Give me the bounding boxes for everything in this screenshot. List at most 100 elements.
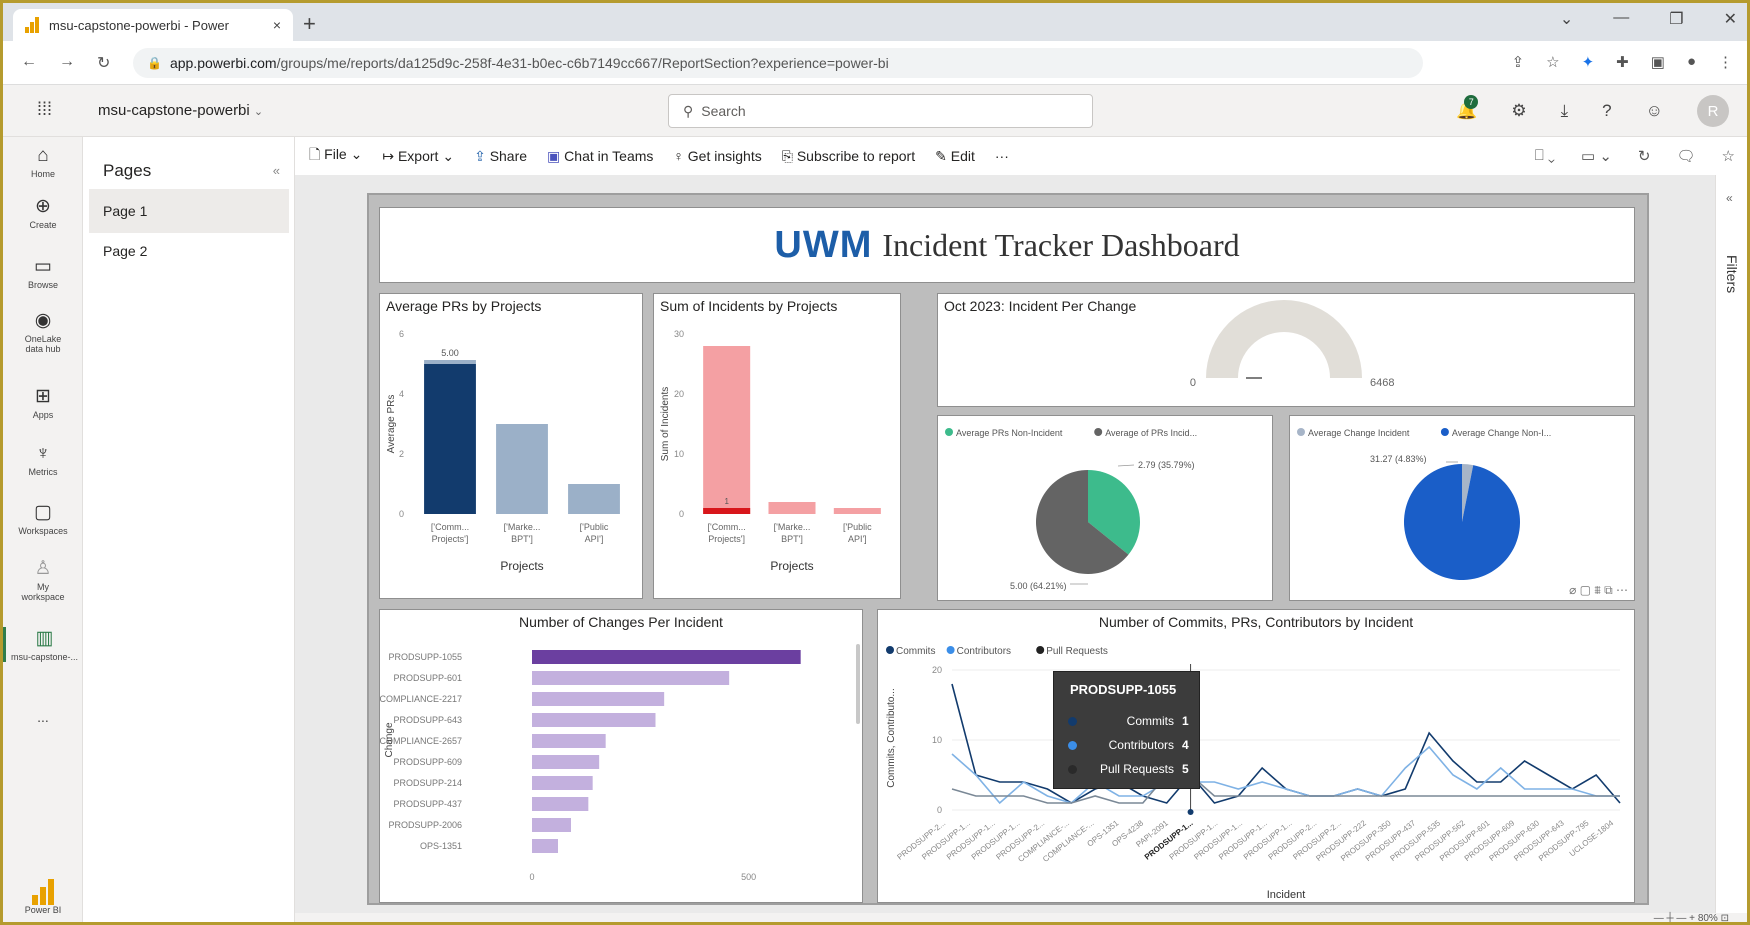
app-launcher-icon[interactable]: ⁞⁞⁞ xyxy=(37,99,52,120)
browser-tab[interactable]: msu-capstone-powerbi - Power × xyxy=(13,9,293,41)
browser-menu-icon[interactable]: ⋮ xyxy=(1718,53,1733,71)
bar-3 xyxy=(532,692,665,706)
forward-icon[interactable]: → xyxy=(59,53,75,73)
notifications-icon[interactable]: 🔔 7 xyxy=(1456,95,1479,121)
gauge-min-label: 0 xyxy=(1190,377,1196,389)
sum-incidents-by-projects-card[interactable]: Sum of Incidents by Projects 0 10 20 30 Sum … xyxy=(653,293,901,599)
bookmark-star-icon[interactable]: ☆ xyxy=(1546,53,1559,71)
page-tab-1[interactable]: Page 1 xyxy=(89,189,289,233)
search-input[interactable]: ⚲ Search xyxy=(668,94,1093,128)
subscribe-button[interactable]: ⎘ Subscribe to report xyxy=(782,148,915,165)
page-tab-2[interactable]: Page 2 xyxy=(89,229,289,273)
rail-more-button[interactable]: ... xyxy=(3,709,83,725)
legend-item: Average Change Incident xyxy=(1308,428,1410,438)
rail-item-workspaces[interactable]: ▢ Workspaces xyxy=(3,501,83,536)
get-insights-button[interactable]: ♀ Get insights xyxy=(673,148,761,164)
filters-pane[interactable]: « Filters xyxy=(1715,175,1747,913)
tab-search-icon[interactable]: ⌄ xyxy=(1560,9,1573,29)
bar-6 xyxy=(532,755,600,769)
x-tick-label: API'] xyxy=(848,534,867,544)
chat-in-teams-button[interactable]: ▣ Chat in Teams xyxy=(547,148,653,165)
favorite-icon[interactable]: ☆ xyxy=(1722,147,1735,165)
feedback-icon[interactable]: ☺ xyxy=(1646,101,1663,121)
y-tick-label: PRODSUPP-609 xyxy=(393,757,462,767)
edit-button[interactable]: ✎ Edit xyxy=(935,148,975,165)
tab-close-icon[interactable]: × xyxy=(273,17,281,33)
puzzle-icon[interactable]: ✚ xyxy=(1616,53,1629,71)
commits-prs-contributors-card[interactable]: Number of Commits, PRs, Contributors by … xyxy=(877,609,1635,903)
share-button[interactable]: ⇪ Share xyxy=(474,148,527,165)
reload-icon[interactable]: ↻ xyxy=(97,53,110,73)
export-label: Export xyxy=(397,147,439,164)
tab-title: msu-capstone-powerbi - Power xyxy=(49,17,229,33)
comment-icon[interactable]: 🗨 xyxy=(1677,147,1696,165)
y-tick-label: 2 xyxy=(399,449,404,459)
prs-pie-card[interactable]: Average PRs Non-Incident Average of PRs I… xyxy=(937,415,1273,601)
expand-filters-icon[interactable]: « xyxy=(1726,191,1733,205)
back-icon[interactable]: ← xyxy=(21,53,37,73)
rail-item-create[interactable]: ⊕ Create xyxy=(3,195,83,230)
x-tick-label: BPT'] xyxy=(781,534,803,544)
folder-icon: ▭ xyxy=(34,256,52,277)
tooltip-row-contributors: Contributors 4 xyxy=(1068,738,1194,752)
tooltip-value: 1 xyxy=(1182,714,1189,728)
bar-2 xyxy=(496,424,548,514)
minimize-icon[interactable]: — xyxy=(1613,9,1629,29)
share-page-icon[interactable]: ⇪ xyxy=(1512,53,1525,71)
y-tick-label: OPS-1351 xyxy=(420,841,462,851)
export-menu[interactable]: ↦ Export ⌄ xyxy=(382,148,454,165)
legend-item: Contributors xyxy=(957,646,1011,657)
zoom-level[interactable]: — ┼ — + 80% ⊡ xyxy=(1654,913,1729,922)
rail-item-browse[interactable]: ▭ Browse xyxy=(3,255,83,290)
search-placeholder: Search xyxy=(701,103,746,119)
rail-item-onelake[interactable]: ◉ OneLake data hub xyxy=(3,309,83,354)
rail-item-my-workspace[interactable]: ♙ My workspace xyxy=(3,557,83,602)
visual-header-icons[interactable]: ⌀ ▢ ⩩ ⧉ ⋯ xyxy=(1569,583,1628,598)
collapse-pages-icon[interactable]: « xyxy=(273,163,280,178)
bookmark-icon[interactable]: ⎕ ⌄ xyxy=(1535,147,1555,165)
y-tick-label: 20 xyxy=(932,665,942,675)
workspace-name[interactable]: msu-capstone-powerbi ⌄ xyxy=(98,102,263,119)
header-actions: 🔔 7 ⚙ ⤓ ? ☺ R xyxy=(1456,95,1729,127)
close-window-icon[interactable]: ✕ xyxy=(1724,9,1737,29)
data-label: 31.27 (4.83%) xyxy=(1370,454,1427,464)
extension-icon[interactable]: ✦ xyxy=(1582,53,1595,71)
profile-icon[interactable]: ● xyxy=(1687,53,1696,71)
download-icon[interactable]: ⤓ xyxy=(1561,101,1569,121)
gauge-arc xyxy=(1206,300,1362,378)
rail-item-home[interactable]: ⌂ Home xyxy=(3,145,83,179)
incident-per-change-gauge-card[interactable]: Oct 2023: Incident Per Change 0 6468 xyxy=(937,293,1635,407)
dashboard-title-card: UWM Incident Tracker Dashboard xyxy=(379,207,1635,283)
x-tick-label: Projects'] xyxy=(708,534,745,544)
sidepanel-icon[interactable]: ▣ xyxy=(1651,53,1665,71)
avatar[interactable]: R xyxy=(1697,95,1729,127)
powerbi-logo: Power BI xyxy=(3,879,83,915)
label-leader xyxy=(1117,464,1135,467)
file-menu[interactable]: 🗋 File ⌄ xyxy=(309,144,362,168)
settings-icon[interactable]: ⚙ xyxy=(1511,101,1526,121)
rail-item-apps[interactable]: ⊞ Apps xyxy=(3,385,83,420)
person-icon: ♙ xyxy=(34,558,52,579)
y-tick-label: PRODSUPP-643 xyxy=(393,715,462,725)
teams-icon: ▣ xyxy=(547,147,561,164)
rail-item-current-report[interactable]: ▥ msu-capstone-... xyxy=(3,627,83,662)
new-tab-button[interactable]: + xyxy=(303,11,316,37)
uwm-logo: UWM xyxy=(774,223,873,266)
y-tick-label: 20 xyxy=(674,389,684,399)
powerbi-logo-label: Power BI xyxy=(24,905,62,915)
refresh-icon[interactable]: ↻ xyxy=(1638,147,1651,165)
rail-item-metrics[interactable]: ♆ Metrics xyxy=(3,443,83,477)
help-icon[interactable]: ? xyxy=(1602,101,1611,121)
avg-prs-by-projects-card[interactable]: Average PRs by Projects 0 2 4 6 Average PRs 5… xyxy=(379,293,643,599)
bar-1 xyxy=(532,650,801,664)
more-options-button[interactable]: ··· xyxy=(995,148,1009,164)
url-field[interactable]: 🔒 app.powerbi.com/groups/me/reports/da12… xyxy=(133,48,1423,78)
powerbi-favicon-icon xyxy=(25,17,39,33)
changes-per-incident-card[interactable]: Number of Changes Per Incident PRODSUPP-… xyxy=(379,609,863,903)
legend-marker xyxy=(946,646,955,654)
edit-label: Edit xyxy=(950,147,975,164)
view-icon[interactable]: ▭ ⌄ xyxy=(1581,147,1612,165)
bar-9 xyxy=(532,818,571,832)
maximize-icon[interactable]: ❐ xyxy=(1669,9,1683,29)
change-pie-card[interactable]: Average Change Incident Average Change No… xyxy=(1289,415,1635,601)
